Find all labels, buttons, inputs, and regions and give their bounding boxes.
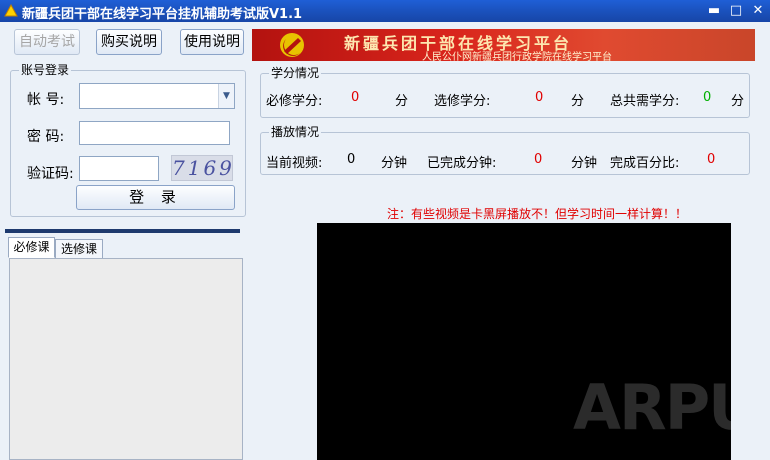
password-label: 密 码: bbox=[27, 129, 65, 145]
chevron-down-icon[interactable]: ▼ bbox=[218, 84, 234, 108]
account-combo[interactable]: ▼ bbox=[79, 83, 235, 109]
required-credits-unit: 分 bbox=[395, 94, 409, 109]
title-bar: 新疆兵团干部在线学习平台挂机辅助考试版V1.1 ▬ □ ✕ bbox=[0, 0, 770, 22]
close-icon[interactable]: ✕ bbox=[750, 3, 766, 19]
tab-required-courses[interactable]: 必修课 bbox=[8, 237, 55, 258]
current-video-label: 当前视频: bbox=[266, 156, 323, 171]
tabs-divider bbox=[5, 229, 240, 233]
done-minutes-label: 已完成分钟: bbox=[427, 156, 497, 171]
watermark: ARPUN bbox=[573, 371, 731, 444]
completion-percent-value: 0 bbox=[707, 152, 716, 167]
app-icon bbox=[4, 4, 18, 17]
banner-subtitle: 人民公仆网新疆兵团行政学院在线学习平台 bbox=[422, 52, 612, 61]
captcha-image[interactable]: 7169 bbox=[171, 155, 233, 181]
playback-group-title: 播放情况 bbox=[269, 125, 322, 139]
total-credits-unit: 分 bbox=[731, 94, 745, 109]
required-credits-label: 必修学分: bbox=[266, 94, 323, 109]
login-button[interactable]: 登 录 bbox=[76, 185, 235, 210]
buy-info-button[interactable]: 购买说明 bbox=[96, 29, 162, 55]
platform-banner: 新疆兵团干部在线学习平台 人民公仆网新疆兵团行政学院在线学习平台 bbox=[252, 29, 755, 61]
minimize-icon[interactable]: ▬ bbox=[706, 3, 722, 19]
course-list[interactable] bbox=[9, 258, 243, 460]
required-credits-value: 0 bbox=[351, 90, 360, 105]
done-minutes-value: 0 bbox=[534, 152, 543, 167]
captcha-label: 验证码: bbox=[27, 166, 74, 182]
elective-credits-value: 0 bbox=[535, 90, 544, 105]
password-field[interactable] bbox=[79, 121, 230, 145]
current-video-value: 0 bbox=[347, 152, 356, 167]
course-tabs: 必修课 选修课 bbox=[5, 229, 245, 460]
completion-percent-label: 完成百分比: bbox=[610, 156, 680, 171]
auto-exam-button[interactable]: 自动考试 bbox=[14, 29, 80, 55]
client-area: 自动考试 购买说明 使用说明 新疆兵团干部在线学习平台 人民公仆网新疆兵团行政学… bbox=[0, 22, 770, 460]
video-player[interactable]: ARPUN bbox=[317, 223, 731, 460]
total-credits-value: 0 bbox=[703, 90, 712, 105]
login-group-title: 账号登录 bbox=[19, 63, 72, 77]
credits-group-title: 学分情况 bbox=[269, 66, 322, 80]
account-label: 帐 号: bbox=[27, 92, 65, 108]
captcha-field[interactable] bbox=[79, 156, 159, 181]
elective-credits-unit: 分 bbox=[571, 94, 585, 109]
black-screen-note: 注：有些视频是卡黑屏播放不！但学习时间一样计算！！ bbox=[387, 207, 688, 221]
elective-credits-label: 选修学分: bbox=[434, 94, 491, 109]
total-credits-label: 总共需学分: bbox=[610, 94, 680, 109]
usage-help-button[interactable]: 使用说明 bbox=[180, 29, 244, 55]
tab-elective-courses[interactable]: 选修课 bbox=[55, 239, 103, 258]
current-video-unit: 分钟 bbox=[381, 156, 408, 171]
window-title: 新疆兵团干部在线学习平台挂机辅助考试版V1.1 bbox=[22, 7, 303, 22]
party-emblem-icon bbox=[280, 33, 304, 57]
done-minutes-unit: 分钟 bbox=[571, 156, 598, 171]
maximize-icon[interactable]: □ bbox=[728, 3, 744, 19]
